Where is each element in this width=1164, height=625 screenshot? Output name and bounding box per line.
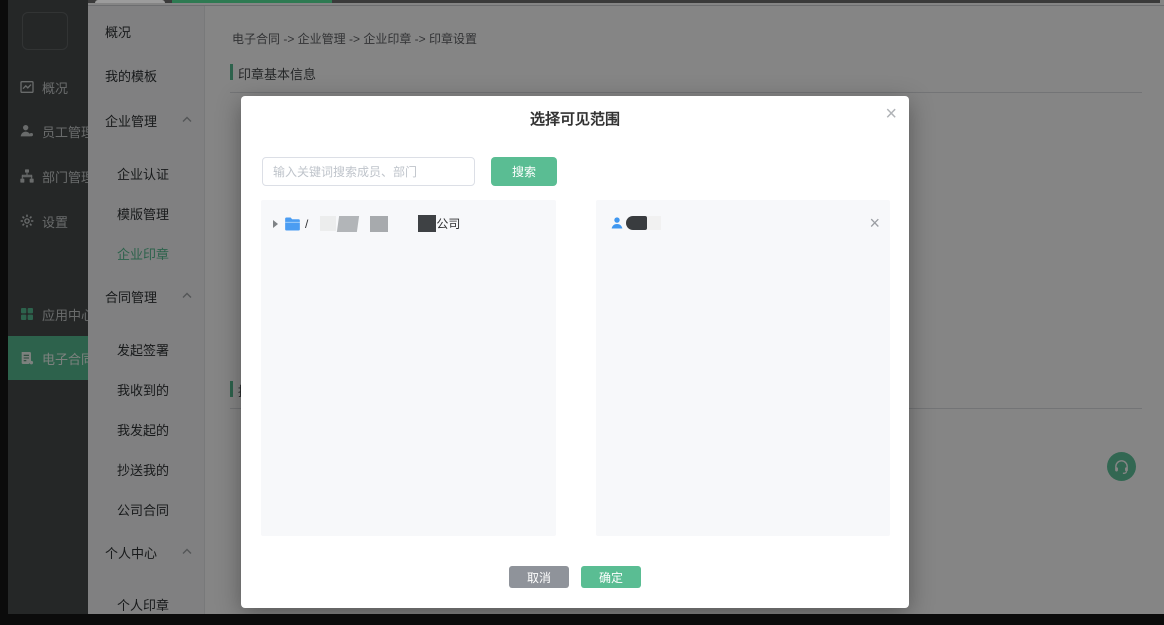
visible-range-dialog: 选择可见范围 × 搜索 / 公司	[241, 96, 909, 608]
redacted-text-block	[418, 215, 436, 232]
redacted-text-block	[337, 216, 359, 232]
org-tree-panel[interactable]: / 公司	[261, 200, 556, 536]
redacted-text-block	[626, 216, 647, 230]
company-suffix-label: 公司	[436, 215, 460, 232]
remove-icon[interactable]: ×	[869, 214, 880, 232]
search-input[interactable]	[262, 157, 475, 186]
active-tab-fragment[interactable]	[172, 0, 332, 3]
top-tab-strip	[88, 0, 1160, 3]
caret-right-icon[interactable]	[273, 220, 278, 228]
desktop-background: 概况 员工管理 部门管理 设置	[0, 0, 1164, 625]
tree-node-company[interactable]: / 公司	[261, 200, 556, 232]
redacted-text-block	[320, 216, 336, 231]
close-icon[interactable]: ×	[885, 100, 897, 128]
redacted-text-block	[370, 216, 388, 232]
app-window: 概况 员工管理 部门管理 设置	[8, 0, 1164, 614]
dialog-title: 选择可见范围	[241, 108, 909, 129]
tree-path-prefix: /	[305, 217, 308, 231]
selected-member-row: ×	[596, 200, 890, 232]
user-icon	[610, 216, 624, 230]
selected-members-panel[interactable]: ×	[596, 200, 890, 536]
confirm-button[interactable]: 确定	[581, 566, 641, 588]
cancel-button[interactable]: 取消	[509, 566, 569, 588]
folder-icon	[284, 217, 301, 231]
redacted-text-block	[647, 216, 661, 230]
inactive-tab-fragment[interactable]	[95, 0, 165, 3]
dialog-footer: 取消 确定	[241, 566, 909, 588]
search-button[interactable]: 搜索	[491, 157, 557, 186]
